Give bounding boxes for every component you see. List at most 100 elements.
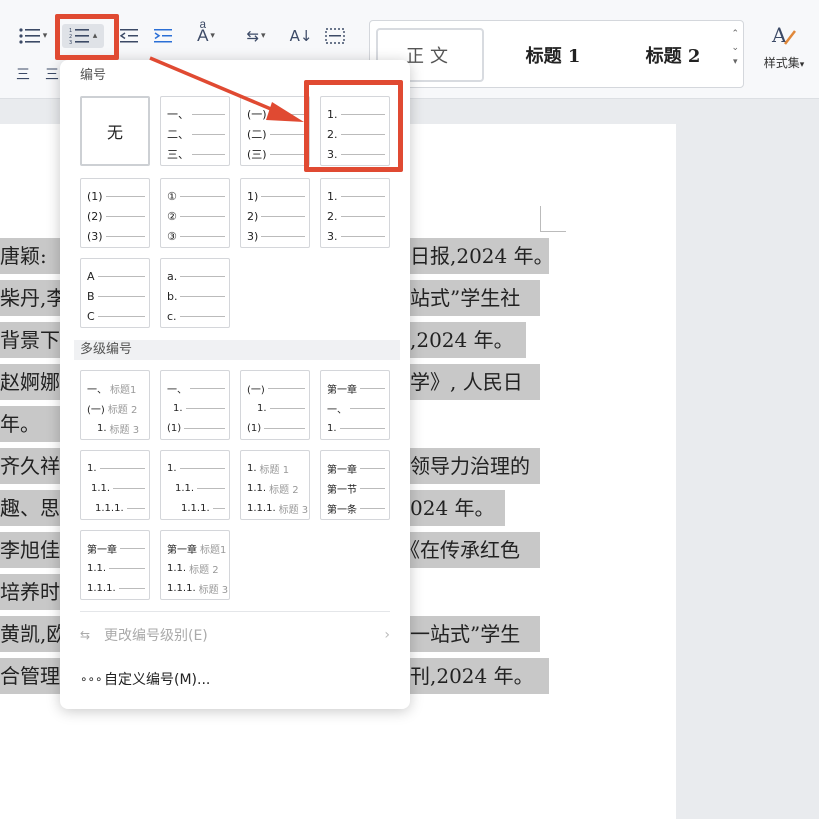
tile-number-label: A [87, 269, 95, 283]
tile-text-rule [109, 567, 145, 569]
styleset-button[interactable]: A 样式集▾ [753, 22, 815, 86]
tile-line: 一、 标题1 [87, 381, 145, 396]
text-direction-button[interactable]: ⇆ ▾ [236, 24, 276, 48]
numbering-format-tile[interactable]: ① ② ③ [160, 178, 230, 248]
expand-icon[interactable]: ▾ [731, 55, 739, 69]
multilevel-format-tile[interactable]: 第一章 标题1 1.1. 标题 2 1.1.1. 标题 3 [160, 530, 230, 600]
tile-number-label: 1.1.1. [181, 502, 210, 514]
tile-number-label: (3) [87, 229, 103, 243]
increase-indent-button[interactable] [150, 24, 176, 48]
numbering-format-tile[interactable]: 一、 二、 三、 [160, 96, 230, 166]
tile-text-rule [105, 215, 145, 217]
section-title-multilevel: 多级编号 [80, 342, 133, 357]
chevron-up-icon[interactable]: ⌃ [731, 27, 739, 41]
tile-text-rule [190, 387, 225, 389]
tile-heading-label: 标题1 [110, 384, 137, 396]
text-effect-icon: Aͣ [197, 26, 209, 46]
tile-text-rule [264, 427, 305, 429]
tile-text-rule [360, 507, 385, 509]
tile-line: ② [167, 209, 225, 223]
text-effects-button[interactable]: Aͣ ▾ [186, 24, 226, 48]
tile-line: (1) [87, 189, 145, 203]
tile-number-label: 1. [327, 189, 338, 203]
tile-number-label: 1.1.1. [247, 502, 276, 514]
multilevel-format-tile[interactable]: 第一章 1.1. 1.1.1. [80, 530, 150, 600]
numbering-format-tile[interactable]: ABC [80, 258, 150, 328]
tile-line: (3) [87, 229, 145, 243]
tile-number-label: (一) [247, 108, 267, 121]
tile-text-rule [105, 195, 145, 197]
custom-numbering-label: 自定义编号(M)... [104, 672, 211, 688]
show-hide-marks-button[interactable] [322, 24, 348, 48]
bullet-list-button[interactable]: ▾ [14, 24, 52, 48]
tile-line: 1. [173, 401, 225, 415]
tile-number-label: 1. [247, 462, 257, 474]
decrease-indent-button[interactable] [116, 24, 142, 48]
tile-number-label: 1.1.1. [95, 502, 124, 514]
numbering-none-label: 无 [106, 123, 123, 142]
tile-line: 第一章 [327, 461, 385, 476]
tile-number-label: 3) [247, 229, 259, 243]
text-line-end: 领导力治理的 [410, 454, 530, 478]
tile-number-label: a. [167, 269, 178, 283]
numbering-format-tile[interactable]: 1. 2. 3. [320, 178, 390, 248]
tile-number-label: ② [167, 209, 177, 223]
tile-text-rule [179, 235, 225, 237]
tile-number-label: (二) [247, 128, 267, 141]
tile-line: 1) [247, 189, 305, 203]
tile-number-label: 1. [87, 462, 97, 474]
multilevel-format-tile[interactable]: 第一章 第一节 第一条 [320, 450, 390, 520]
multilevel-format-tile[interactable]: 一、 标题1 (一) 标题 2 1. 标题 3 [80, 370, 150, 440]
tile-text-rule [269, 153, 305, 155]
numbering-format-tile[interactable]: a. b. c. [160, 258, 230, 328]
tile-text-rule [97, 295, 145, 297]
numbering-none-tile[interactable]: 无 [80, 96, 150, 166]
multilevel-format-tile[interactable]: 1. 1.1. 1.1.1. [80, 450, 150, 520]
text-line-start: 齐久祥 [0, 454, 60, 478]
style-heading-1[interactable]: 标题 1 [498, 28, 608, 82]
multilevel-format-tile[interactable]: (一) 1. (1) [240, 370, 310, 440]
text-line-end: ,2024 年。 [410, 328, 514, 352]
text-line-start: 黄凯,欧 [0, 622, 67, 646]
chevron-down-icon[interactable]: ⌄ [731, 41, 739, 55]
tile-line: 第一条 [327, 501, 385, 516]
numbering-format-tile[interactable]: 1) 2) 3) [240, 178, 310, 248]
sort-button[interactable]: A↓ [286, 24, 316, 48]
styleset-label: 样式集 [763, 56, 800, 70]
numbering-format-tile[interactable]: (一) (二) (三) [240, 96, 310, 166]
multilevel-format-tile[interactable]: 一、 1. (1) [160, 370, 230, 440]
tile-text-rule [97, 275, 145, 277]
change-level-menu-item[interactable]: ⇆ 更改编号级别(E) › [80, 621, 390, 649]
numbering-format-tile[interactable]: (1) (2) (3) [80, 178, 150, 248]
tile-number-label: 1.1.1. [167, 582, 196, 594]
custom-numbering-menu-item[interactable]: ∘∘∘ 自定义编号(M)... [80, 665, 390, 693]
tile-line: a. [167, 269, 225, 283]
tile-text-rule [192, 113, 225, 115]
tile-text-rule [180, 295, 225, 297]
tile-line: 1. [167, 461, 225, 475]
tile-number-label: 1.1. [91, 482, 111, 494]
multilevel-format-tile[interactable]: 1. 1.1. 1.1.1. [160, 450, 230, 520]
style-heading-2[interactable]: 标题 2 [618, 28, 728, 82]
styleset-brush-icon: A [771, 23, 796, 47]
tile-text-rule [360, 487, 385, 489]
tile-number-label: ③ [167, 229, 177, 243]
more-dots-icon: ∘∘∘ [80, 672, 103, 686]
tile-text-rule [360, 467, 385, 469]
tile-number-label: 第一章 [327, 464, 357, 476]
tile-number-label: 2. [327, 209, 338, 223]
align-center-button[interactable]: 三 [44, 62, 60, 86]
multilevel-format-tile[interactable]: 1. 标题 1 1.1. 标题 2 1.1.1. 标题 3 [240, 450, 310, 520]
tile-text-rule [261, 235, 305, 237]
multilevel-format-tile[interactable]: 第一章 一、 1. [320, 370, 390, 440]
tile-number-label: 1.1.1. [87, 582, 116, 594]
align-left-button[interactable]: 三 [10, 62, 36, 86]
styles-scroll-buttons[interactable]: ⌃ ⌄ ▾ [731, 27, 739, 69]
text-line-start: 趣、思 [0, 496, 60, 520]
sort-icon: A↓ [289, 27, 313, 45]
tile-text-rule [118, 587, 145, 589]
tile-line: C [87, 309, 145, 323]
text-line-start: 柴丹,李 [0, 286, 67, 310]
text-line-start: 李旭佳 [0, 538, 60, 562]
tile-text-rule [360, 387, 385, 389]
